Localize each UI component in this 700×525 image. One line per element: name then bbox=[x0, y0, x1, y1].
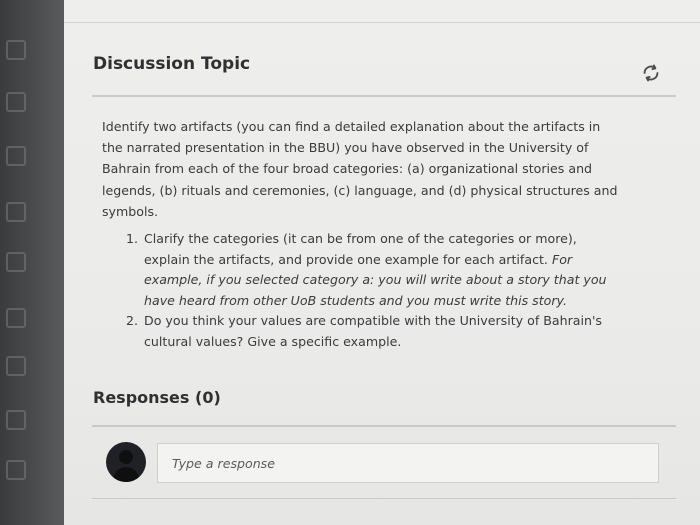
rail-home-icon[interactable] bbox=[6, 40, 26, 60]
discussion-intro: Identify two artifacts (you can find a d… bbox=[102, 119, 618, 219]
rail-files-icon[interactable] bbox=[6, 460, 26, 480]
discussion-topic-title: Discussion Topic bbox=[93, 54, 251, 74]
discussion-page: Discussion Topic Identify two artifacts … bbox=[64, 0, 700, 525]
bottom-divider bbox=[92, 498, 676, 499]
rail-calendar-icon[interactable] bbox=[6, 202, 26, 222]
user-avatar-icon bbox=[106, 442, 146, 482]
responses-divider bbox=[92, 425, 676, 427]
item-number: 1. bbox=[126, 231, 139, 246]
refresh-icon[interactable] bbox=[640, 62, 662, 84]
rail-list-icon[interactable] bbox=[6, 410, 26, 430]
item-number: 2. bbox=[126, 313, 139, 328]
left-sidebar-rail bbox=[0, 0, 64, 525]
title-divider bbox=[92, 95, 676, 97]
list-item: 2. Do you think your values are compatib… bbox=[126, 311, 626, 352]
list-item: 1. Clarify the categories (it can be fro… bbox=[126, 229, 626, 311]
rail-people-icon[interactable] bbox=[6, 252, 26, 272]
rail-grid-icon[interactable] bbox=[6, 308, 26, 328]
top-divider bbox=[64, 22, 700, 23]
rail-globe-icon[interactable] bbox=[6, 146, 26, 166]
rail-mail-icon[interactable] bbox=[6, 356, 26, 376]
rail-search-icon[interactable] bbox=[6, 92, 26, 112]
item-text: Clarify the categories (it can be from o… bbox=[144, 231, 577, 267]
response-input[interactable] bbox=[157, 443, 659, 483]
responses-heading: Responses (0) bbox=[93, 388, 221, 407]
item-text: Do you think your values are compatible … bbox=[144, 313, 602, 349]
discussion-questions: 1. Clarify the categories (it can be fro… bbox=[126, 229, 626, 352]
